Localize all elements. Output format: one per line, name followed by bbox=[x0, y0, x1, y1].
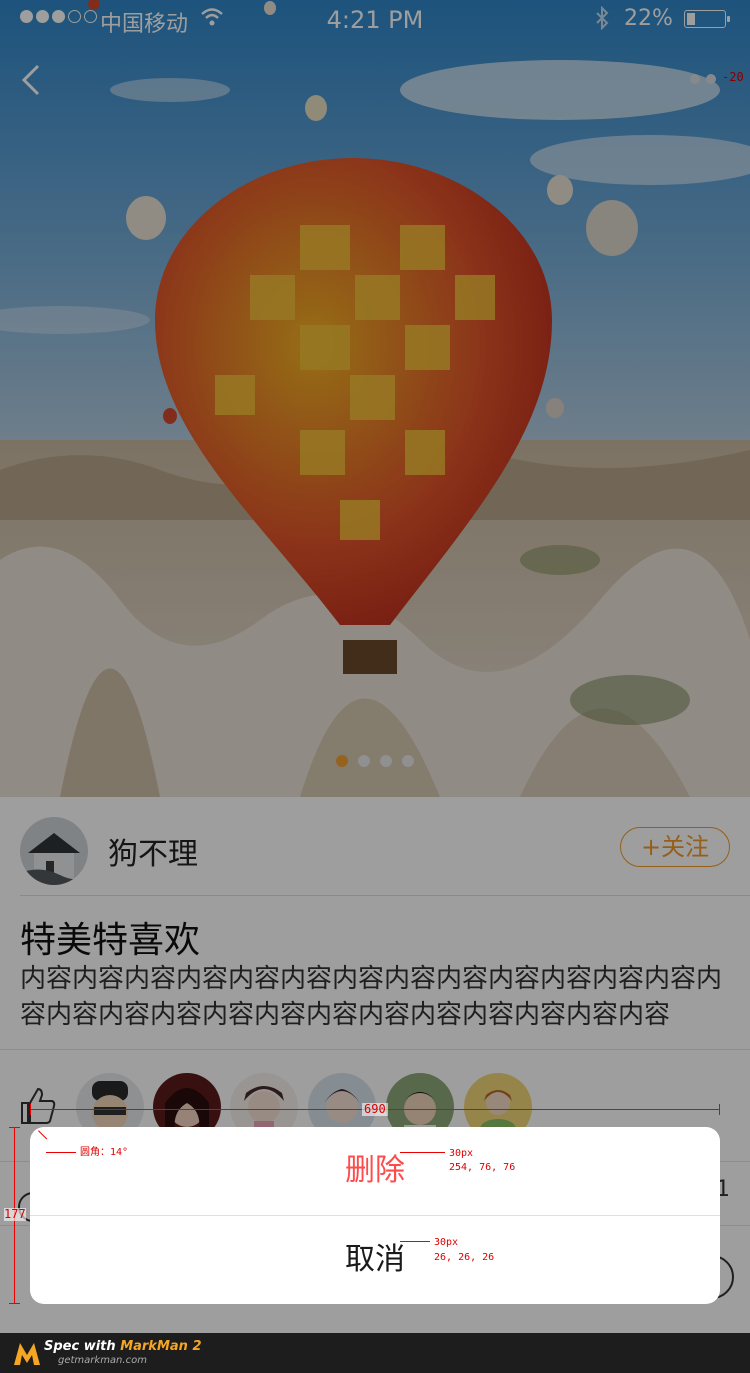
markman-footer: Spec with MarkMan 2 getmarkman.com bbox=[0, 1333, 750, 1373]
markman-logo-icon bbox=[14, 1343, 40, 1365]
cancel-button[interactable]: 取消 bbox=[30, 1216, 720, 1304]
width-annotation: 690 bbox=[362, 1102, 388, 1116]
width-measure-tick bbox=[719, 1104, 720, 1115]
width-measure-tick bbox=[30, 1104, 31, 1115]
cancel-leader bbox=[400, 1241, 430, 1242]
cancel-color-annotation: 26, 26, 26 bbox=[434, 1252, 495, 1263]
delete-color-annotation: 254, 76, 76 bbox=[449, 1162, 516, 1173]
corner-leader bbox=[46, 1152, 76, 1153]
height-annotation: 177 bbox=[4, 1207, 26, 1221]
delete-leader bbox=[400, 1152, 445, 1153]
corner-annotation: 圆角：14° bbox=[80, 1147, 129, 1158]
delete-size-annotation: 30px bbox=[449, 1148, 474, 1159]
action-sheet: 删除 取消 bbox=[30, 1127, 720, 1304]
height-measure-tick bbox=[9, 1127, 20, 1128]
height-measure-tick bbox=[9, 1303, 20, 1304]
delete-button[interactable]: 删除 bbox=[30, 1127, 720, 1215]
footer-brand: Spec with MarkMan 2 bbox=[44, 1339, 202, 1354]
footer-url: getmarkman.com bbox=[58, 1355, 147, 1366]
cancel-size-annotation: 30px bbox=[434, 1237, 459, 1248]
